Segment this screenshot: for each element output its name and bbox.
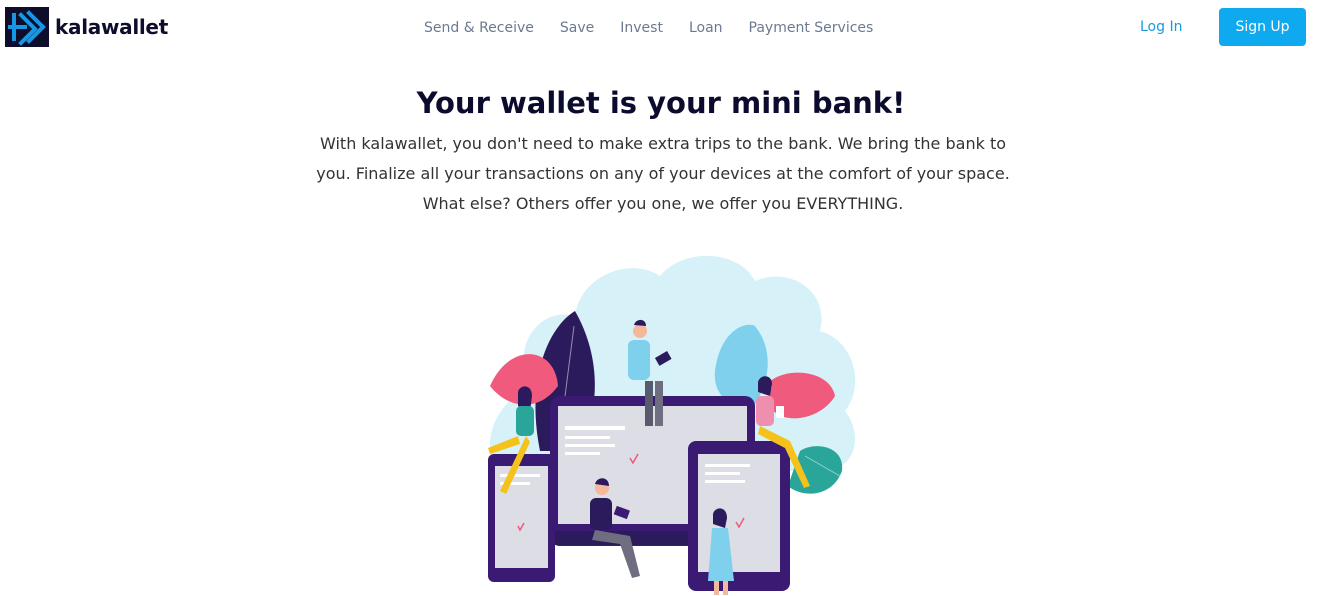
nav-send-receive[interactable]: Send & Receive [424,20,534,36]
hero-description: With kalawallet, you don't need to make … [316,134,1010,213]
brand-name: kalawallet [55,15,168,39]
hero-title: Your wallet is your mini bank! [416,86,906,120]
hero-illustration [488,255,856,595]
brand-logo-link[interactable]: kalawallet [5,7,168,47]
nav-loan[interactable]: Loan [689,20,723,36]
navbar: kalawallet Send & Receive Save Invest Lo… [0,0,1322,56]
main-nav: Send & Receive Save Invest Loan Payment … [424,20,873,36]
login-link[interactable]: Log In [1140,19,1182,35]
nav-payment-services[interactable]: Payment Services [749,20,874,36]
nav-save[interactable]: Save [560,20,594,36]
kalawallet-logo-icon [5,7,49,47]
nav-invest[interactable]: Invest [620,20,663,36]
signup-button[interactable]: Sign Up [1219,8,1306,46]
